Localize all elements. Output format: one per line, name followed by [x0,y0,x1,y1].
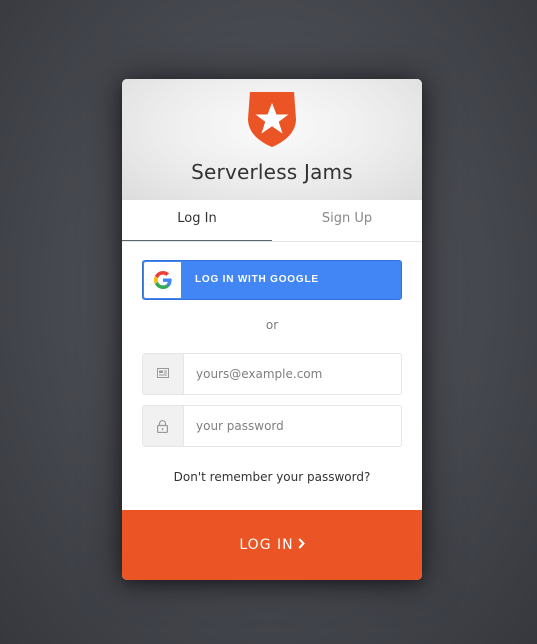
tab-sign-up[interactable]: Sign Up [272,200,422,240]
password-input[interactable] [196,406,391,446]
auth0-shield-star-icon [245,89,299,149]
envelope-icon [143,354,184,394]
or-separator: or [265,318,279,332]
forgot-password-link[interactable]: Don't remember your password? [122,470,422,484]
email-field [142,353,402,395]
log-in-submit-button[interactable]: LOG IN [122,510,422,580]
email-input[interactable] [196,354,391,394]
password-field [142,405,402,447]
submit-label: LOG IN [239,537,294,553]
log-in-submit-content: LOG IN [122,510,422,580]
google-g-icon [144,262,181,298]
tab-log-in[interactable]: Log In [122,200,272,241]
google-login-label: LOG IN WITH GOOGLE [195,274,319,285]
lock-icon [143,406,184,446]
google-login-button[interactable]: LOG IN WITH GOOGLE [142,260,402,300]
app-title: Serverless Jams [191,160,353,184]
auth-tabs: Log In Sign Up [122,200,422,242]
card-header: Serverless Jams [122,79,422,200]
chevron-right-icon [298,538,305,549]
login-card: Serverless Jams Log In Sign Up LOG IN WI… [122,79,422,580]
